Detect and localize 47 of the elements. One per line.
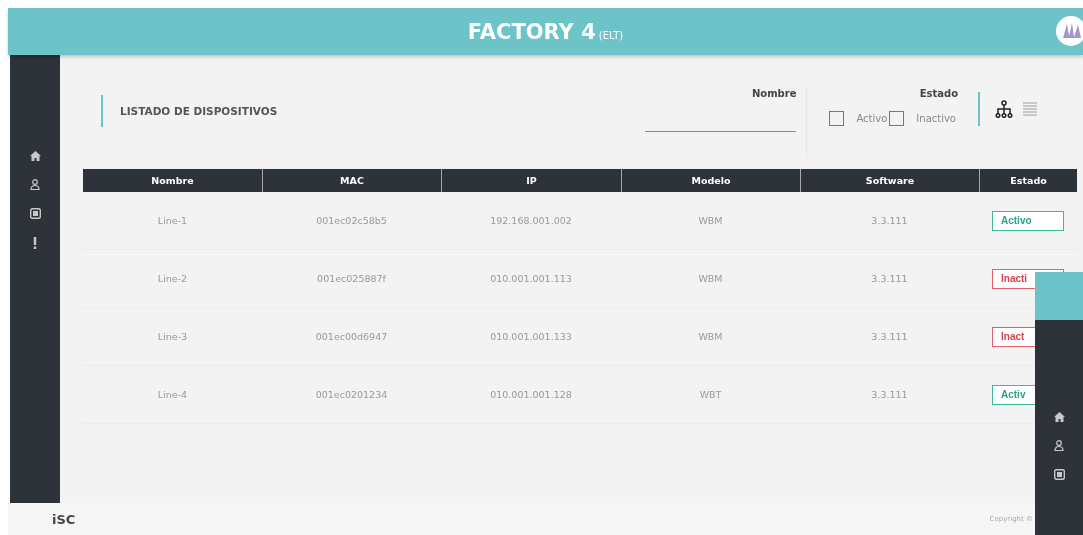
- column-header: IP: [441, 169, 621, 192]
- checkbox[interactable]: [889, 111, 905, 126]
- table-cell-text: Line-4: [156, 389, 189, 400]
- document-icon[interactable]: [29, 208, 41, 219]
- logo: iSC: [52, 511, 76, 527]
- filter-label: Estado: [919, 88, 958, 99]
- table-cell-text: WBM: [697, 273, 724, 284]
- table-cell-text: 010.001.001.113: [489, 273, 573, 284]
- table-cell-text: 192.168.001.002: [489, 215, 573, 226]
- app-title: FACTORY 4: [467, 19, 596, 44]
- table-cell-text: 3.3.111: [870, 273, 909, 284]
- hierarchy-icon[interactable]: [995, 100, 1013, 118]
- checkbox-label: Inactivo: [916, 113, 956, 124]
- table-cell-text: 001ec0201234: [314, 389, 389, 400]
- table-cell-text: 001ec02c58b5: [315, 215, 388, 226]
- column-header: Estado: [979, 169, 1077, 192]
- table-cell-text: 001ec00d6947: [314, 331, 389, 342]
- table-cell-text: WBM: [697, 331, 724, 342]
- app-subtitle: (ELT): [598, 30, 624, 41]
- checkbox[interactable]: [829, 111, 845, 126]
- checkbox-label: Activo: [856, 113, 888, 124]
- status-badge: Activo: [992, 210, 1064, 231]
- table-cell-text: Line-1: [156, 215, 189, 226]
- home-icon[interactable]: [29, 151, 41, 161]
- table-cell-text: 001ec025887f: [316, 273, 387, 284]
- user-icon[interactable]: [30, 179, 40, 190]
- overlay-header: [1035, 272, 1083, 320]
- column-header: Software: [800, 169, 979, 192]
- table-cell-text: Line-3: [156, 331, 189, 342]
- filter-label: Nombre: [751, 88, 797, 99]
- table-cell-text: WBT: [698, 389, 723, 400]
- alert-icon[interactable]: [33, 237, 37, 249]
- table-cell-text: 3.3.111: [870, 389, 909, 400]
- page-title: LISTADO DE DISPOSITIVOS: [101, 95, 278, 127]
- table-cell-text: 010.001.001.128: [489, 389, 573, 400]
- avatar-icon[interactable]: [1055, 16, 1083, 46]
- home-icon[interactable]: [1053, 412, 1065, 422]
- user-icon[interactable]: [1054, 440, 1064, 451]
- column-header: MAC: [262, 169, 441, 192]
- table-cell-text: 3.3.111: [870, 215, 909, 226]
- table-cell-text: Line-2: [156, 273, 189, 284]
- table-cell-text: WBM: [697, 215, 724, 226]
- document-icon[interactable]: [1053, 469, 1065, 480]
- table-cell-text: 010.001.001.133: [489, 331, 573, 342]
- table-cell-text: 3.3.111: [870, 331, 909, 342]
- column-header: Nombre: [150, 174, 195, 188]
- column-header: Modelo: [621, 169, 800, 192]
